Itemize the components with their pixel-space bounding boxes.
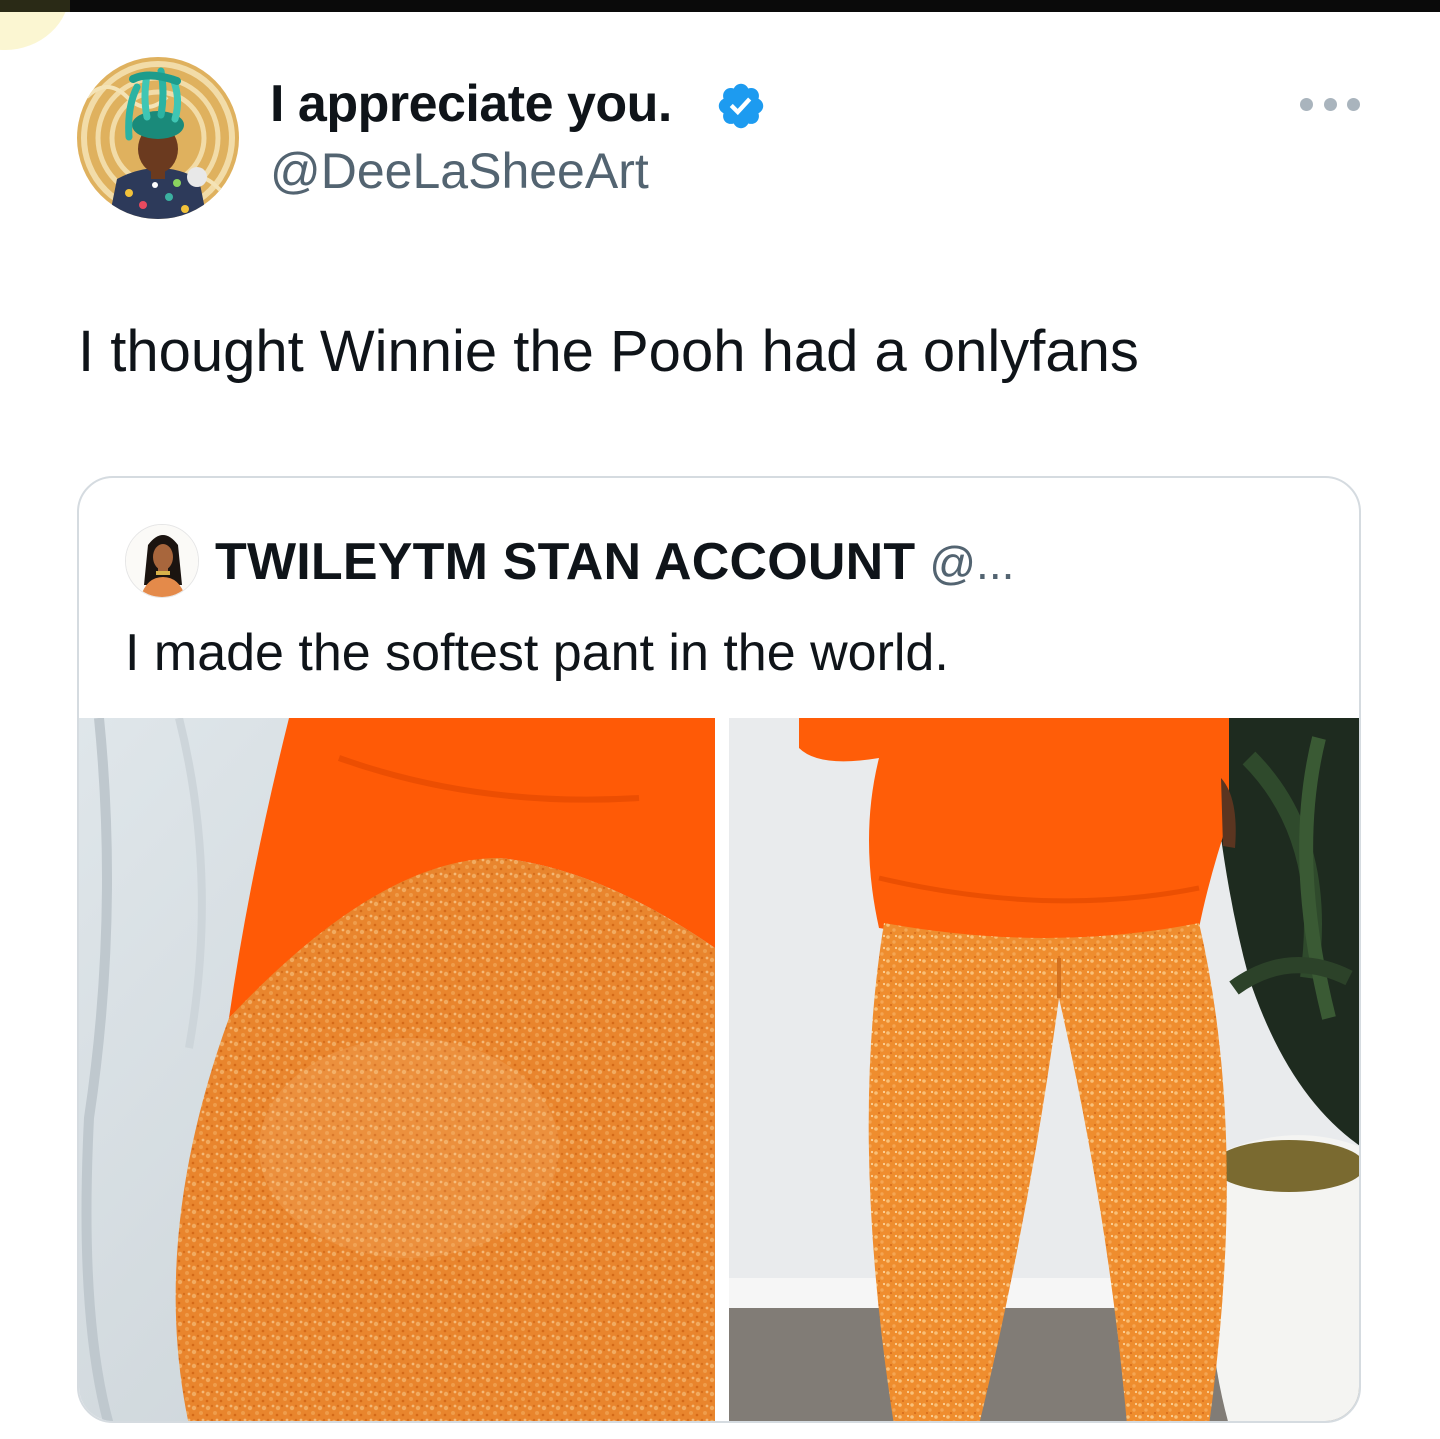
screenshot-page: I appreciate you. @DeeLaSheeArt I though… (0, 0, 1440, 1439)
more-dot (1300, 97, 1313, 111)
tweet-text: I thought Winnie the Pooh had a onlyfans (78, 319, 1139, 384)
quoted-author-name[interactable]: TWILEYTM STAN ACCOUNT (215, 533, 915, 591)
quoted-tweet-text: I made the softest pant in the world. (125, 624, 949, 682)
quoted-author-avatar[interactable] (125, 524, 199, 598)
quoted-author-row: TWILEYTM STAN ACCOUNT @... (215, 532, 1014, 605)
author-avatar[interactable] (77, 57, 239, 219)
media-photo-right[interactable] (729, 718, 1359, 1421)
fuzzy-pants-closeup-photo (79, 718, 715, 1421)
more-dot (1347, 97, 1360, 111)
quoted-media-grid (79, 718, 1359, 1421)
avatar-illustration (77, 57, 239, 219)
verified-badge-icon (718, 83, 764, 129)
quoted-author-handle[interactable]: @... (929, 537, 1014, 589)
quoted-avatar-photo (126, 525, 198, 597)
fuzzy-pants-fulllength-photo (729, 718, 1359, 1421)
more-dot (1323, 97, 1337, 111)
more-options-icon[interactable] (1300, 92, 1360, 116)
quoted-tweet-card[interactable]: TWILEYTM STAN ACCOUNT @... I made the sof… (77, 476, 1361, 1423)
top-status-bar (0, 0, 1440, 12)
author-handle[interactable]: @DeeLaSheeArt (270, 140, 649, 202)
corner-highlight-edge (0, 0, 70, 12)
media-photo-left[interactable] (79, 718, 715, 1421)
author-display-name[interactable]: I appreciate you. (270, 72, 672, 136)
media-divider (715, 718, 729, 1421)
